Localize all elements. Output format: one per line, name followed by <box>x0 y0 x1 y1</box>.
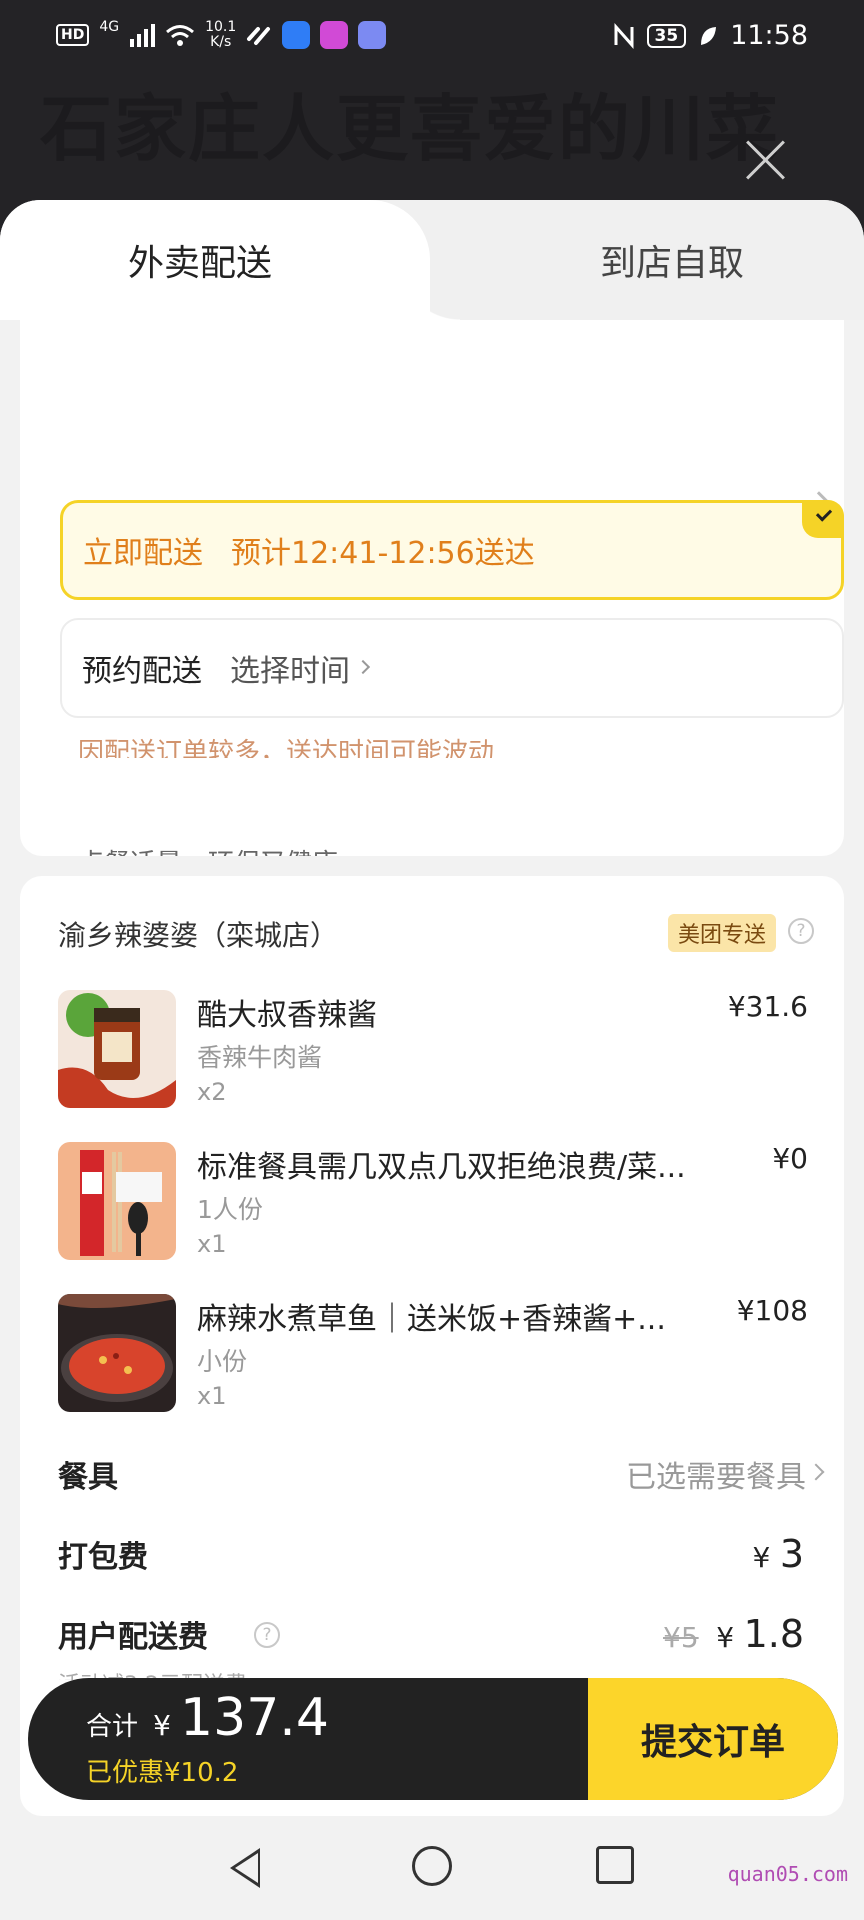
immediate-label: 立即配送 <box>83 536 203 571</box>
item-price: ¥31.6 <box>727 990 808 1023</box>
home-icon[interactable] <box>412 1846 452 1886</box>
item-name: 麻辣水煮草鱼｜送米饭+香辣酱+... <box>197 1302 666 1337</box>
busy-notice: 因配送订单较多，送达时间可能波动 <box>78 738 495 758</box>
signal-icon <box>130 24 156 47</box>
music-app-icon <box>358 21 387 49</box>
link-icon <box>247 27 271 45</box>
store-name[interactable]: 渝乡辣婆婆（栾城店） <box>58 914 338 954</box>
item-price: ¥108 <box>736 1294 808 1327</box>
checkmark-icon <box>802 500 844 538</box>
wifi-icon <box>166 25 195 46</box>
close-icon[interactable] <box>744 138 788 182</box>
battery-icon: 35 <box>646 23 687 48</box>
product-image <box>58 1294 176 1412</box>
status-right: 35 11:58 <box>613 20 808 51</box>
delivery-fee-row: 用户配送费 ? ¥5 ¥ 1.8 <box>58 1612 828 1662</box>
status-left: HD 4G 10.1 K/s <box>56 19 387 50</box>
watermark: quan05.com <box>727 1862 848 1886</box>
item-quantity: x2 <box>197 1078 227 1106</box>
browser-app-icon <box>282 21 311 49</box>
submit-order-button[interactable]: 提交订单 <box>588 1678 838 1800</box>
item-name: 酷大叔香辣酱 <box>197 998 377 1033</box>
network-speed: 10.1 K/s <box>205 20 236 50</box>
discount-text: 已优惠¥10.2 <box>86 1758 239 1788</box>
delivery-fee-amount: 1.8 <box>743 1612 804 1656</box>
item-price: ¥0 <box>772 1142 808 1175</box>
total-label: 合计 <box>86 1712 139 1742</box>
chevron-right-icon <box>807 1463 825 1481</box>
back-icon[interactable] <box>230 1848 260 1888</box>
order-card: 渝乡辣婆婆（栾城店） 美团专送 ? 酷大叔香辣酱 ¥31.6 香辣牛肉酱 x2 <box>20 876 844 1816</box>
total-line: 合计 ¥ 137.4 <box>86 1688 329 1748</box>
order-sheet: 外卖配送 到店自取 立即配送 预计12:41-12:56送达 预约配送 选择时间… <box>0 200 864 1920</box>
item-quantity: x1 <box>197 1230 227 1258</box>
packing-fee-amount: 3 <box>779 1532 804 1576</box>
list-item: 麻辣水煮草鱼｜送米饭+香辣酱+... ¥108 小份 x1 <box>58 1294 808 1424</box>
speed-unit: K/s <box>210 34 232 50</box>
network-type: 4G <box>99 19 120 35</box>
checkout-bar: 合计 ¥ 137.4 已优惠¥10.2 提交订单 <box>28 1678 838 1800</box>
delivery-fee-original: ¥5 <box>663 1621 699 1654</box>
immediate-estimate: 预计12:41-12:56送达 <box>231 536 535 571</box>
hd-badge: HD <box>56 24 90 46</box>
chevron-right-icon <box>355 659 371 674</box>
total-currency: ¥ <box>153 1709 171 1742</box>
help-icon[interactable]: ? <box>254 1622 280 1648</box>
speed-value: 10.1 <box>205 19 237 35</box>
product-image <box>58 1142 176 1260</box>
eco-notice: 点餐适量，环保又健康 <box>78 842 338 856</box>
item-quantity: x1 <box>197 1382 227 1410</box>
tab-pickup-label: 到店自取 <box>599 243 744 284</box>
packing-fee-currency: ¥ <box>752 1541 771 1574</box>
tableware-label: 餐具 <box>58 1460 118 1495</box>
help-icon[interactable]: ? <box>788 918 814 944</box>
item-spec: 香辣牛肉酱 <box>197 1043 323 1072</box>
nfc-icon <box>614 22 634 49</box>
clock: 11:58 <box>730 20 808 51</box>
tab-delivery[interactable]: 外卖配送 <box>0 200 460 320</box>
address-card[interactable]: 立即配送 预计12:41-12:56送达 预约配送 选择时间 因配送订单较多，送… <box>20 320 844 856</box>
scheduled-delivery-option[interactable]: 预约配送 选择时间 <box>60 618 844 718</box>
immediate-delivery-option[interactable]: 立即配送 预计12:41-12:56送达 <box>60 500 844 600</box>
list-item: 酷大叔香辣酱 ¥31.6 香辣牛肉酱 x2 <box>58 990 808 1120</box>
total-amount: 137.4 <box>180 1688 329 1748</box>
tab-delivery-label: 外卖配送 <box>127 243 272 284</box>
recent-apps-icon[interactable] <box>596 1846 634 1884</box>
item-spec: 1人份 <box>197 1195 263 1224</box>
tableware-row[interactable]: 餐具 已选需要餐具 <box>58 1452 828 1502</box>
status-bar: HD 4G 10.1 K/s 35 11:58 <box>0 0 864 75</box>
video-app-icon <box>320 21 349 49</box>
tableware-value: 已选需要餐具 <box>626 1460 806 1495</box>
delivery-service-badge: 美团专送 <box>668 914 777 952</box>
delivery-fee-label: 用户配送费 <box>58 1620 208 1655</box>
item-spec: 小份 <box>197 1347 248 1376</box>
item-name: 标准餐具需几双点几双拒绝浪费/菜... <box>197 1150 686 1185</box>
packing-fee-value: ¥ 3 <box>752 1532 804 1576</box>
packing-fee-label: 打包费 <box>58 1540 148 1575</box>
delivery-fee-currency: ¥ <box>716 1621 735 1654</box>
backdrop-title: 石家庄人更喜爱的川菜 <box>40 87 781 171</box>
delivery-mode-tabs: 外卖配送 到店自取 <box>0 200 864 320</box>
list-item: 标准餐具需几双点几双拒绝浪费/菜... ¥0 1人份 x1 <box>58 1142 808 1272</box>
packing-fee-row: 打包费 ¥ 3 <box>58 1532 828 1582</box>
delivery-fee-value: ¥5 ¥ 1.8 <box>663 1612 804 1656</box>
product-image <box>58 990 176 1108</box>
tab-pickup[interactable]: 到店自取 <box>480 200 864 320</box>
scheduled-label: 预约配送 <box>82 654 202 689</box>
leaf-icon <box>701 26 717 45</box>
scheduled-action: 选择时间 <box>230 654 350 689</box>
